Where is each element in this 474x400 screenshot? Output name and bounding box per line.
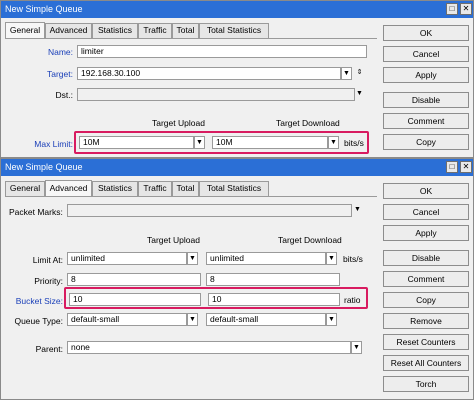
tab-general[interactable]: General xyxy=(5,181,45,196)
tab-total-statistics[interactable]: Total Statistics xyxy=(199,23,269,38)
dropdown-arrow-icon[interactable]: ▼ xyxy=(355,88,364,101)
maximize-icon[interactable]: □ xyxy=(446,3,458,15)
tab-traffic[interactable]: Traffic xyxy=(138,23,172,38)
remove-button[interactable]: Remove xyxy=(383,313,469,329)
col-header-download: Target Download xyxy=(278,235,342,245)
tab-advanced[interactable]: Advanced xyxy=(45,23,92,38)
dropdown-arrow-icon[interactable]: ▼ xyxy=(326,252,337,265)
tab-total[interactable]: Total xyxy=(172,23,199,38)
max-limit-unit: bits/s xyxy=(344,138,364,148)
target-label: Target: xyxy=(47,69,73,79)
up-down-arrow-icon[interactable]: ⇕ xyxy=(355,67,364,80)
dropdown-arrow-icon[interactable]: ▼ xyxy=(328,136,339,149)
name-label: Name: xyxy=(47,47,73,57)
limit-at-upload-field[interactable]: unlimited xyxy=(67,252,187,265)
bucket-size-upload-field[interactable]: 10 xyxy=(69,293,201,306)
comment-button[interactable]: Comment xyxy=(383,113,469,129)
dropdown-arrow-icon[interactable]: ▼ xyxy=(353,204,362,217)
parent-field[interactable]: none xyxy=(67,341,351,354)
max-limit-label: Max Limit: xyxy=(34,139,73,149)
priority-download-field[interactable]: 8 xyxy=(206,273,340,286)
queue-type-download-field[interactable]: default-small xyxy=(206,313,326,326)
packet-marks-label: Packet Marks: xyxy=(9,207,63,217)
tab-total[interactable]: Total xyxy=(172,181,199,196)
cancel-button[interactable]: Cancel xyxy=(383,204,469,220)
limit-at-label: Limit At: xyxy=(32,255,63,265)
col-header-download: Target Download xyxy=(276,118,340,128)
disable-button[interactable]: Disable xyxy=(383,250,469,266)
parent-label: Parent: xyxy=(35,344,63,354)
dropdown-arrow-icon[interactable]: ▼ xyxy=(187,252,198,265)
target-field[interactable]: 192.168.30.100 xyxy=(77,67,341,80)
bucket-size-unit: ratio xyxy=(344,295,361,305)
dropdown-arrow-icon[interactable]: ▼ xyxy=(194,136,205,149)
dropdown-arrow-icon[interactable]: ▼ xyxy=(326,313,337,326)
limit-at-unit: bits/s xyxy=(343,254,363,264)
ok-button[interactable]: OK xyxy=(383,25,469,41)
maximize-icon[interactable]: □ xyxy=(446,161,458,173)
name-field[interactable]: limiter xyxy=(77,45,367,58)
tab-divider xyxy=(5,196,377,197)
col-header-upload: Target Upload xyxy=(147,235,200,245)
limit-at-download-field[interactable]: unlimited xyxy=(206,252,326,265)
comment-button[interactable]: Comment xyxy=(383,271,469,287)
torch-button[interactable]: Torch xyxy=(383,376,469,392)
bucket-size-download-field[interactable]: 10 xyxy=(208,293,340,306)
window-titlebar[interactable]: New Simple Queue □ ✕ xyxy=(1,159,473,176)
max-limit-download-field[interactable]: 10M xyxy=(212,136,328,149)
queue-type-label: Queue Type: xyxy=(14,316,63,326)
simple-queue-window-general: New Simple Queue □ ✕ General Advanced St… xyxy=(0,0,474,158)
disable-button[interactable]: Disable xyxy=(383,92,469,108)
window-titlebar[interactable]: New Simple Queue □ ✕ xyxy=(1,1,473,18)
apply-button[interactable]: Apply xyxy=(383,67,469,83)
apply-button[interactable]: Apply xyxy=(383,225,469,241)
dropdown-arrow-icon[interactable]: ▼ xyxy=(187,313,198,326)
reset-all-counters-button[interactable]: Reset All Counters xyxy=(383,355,469,371)
tab-advanced[interactable]: Advanced xyxy=(45,180,92,196)
dropdown-arrow-icon[interactable]: ▼ xyxy=(341,67,352,80)
bucket-size-label: Bucket Size: xyxy=(15,296,63,306)
tab-divider xyxy=(5,38,377,39)
dropdown-arrow-icon[interactable]: ▼ xyxy=(351,341,362,354)
window-title: New Simple Queue xyxy=(5,162,83,172)
copy-button[interactable]: Copy xyxy=(383,292,469,308)
window-title: New Simple Queue xyxy=(5,4,83,14)
tab-general[interactable]: General xyxy=(5,22,45,38)
col-header-upload: Target Upload xyxy=(152,118,205,128)
max-limit-upload-field[interactable]: 10M xyxy=(79,136,194,149)
close-icon[interactable]: ✕ xyxy=(460,161,472,173)
close-icon[interactable]: ✕ xyxy=(460,3,472,15)
dst-field[interactable] xyxy=(77,88,355,101)
copy-button[interactable]: Copy xyxy=(383,134,469,150)
tab-traffic[interactable]: Traffic xyxy=(138,181,172,196)
ok-button[interactable]: OK xyxy=(383,183,469,199)
tab-statistics[interactable]: Statistics xyxy=(92,23,138,38)
simple-queue-window-advanced: New Simple Queue □ ✕ General Advanced St… xyxy=(0,158,474,400)
dst-label: Dst.: xyxy=(55,90,73,100)
cancel-button[interactable]: Cancel xyxy=(383,46,469,62)
tab-statistics[interactable]: Statistics xyxy=(92,181,138,196)
tab-total-statistics[interactable]: Total Statistics xyxy=(199,181,269,196)
reset-counters-button[interactable]: Reset Counters xyxy=(383,334,469,350)
packet-marks-field[interactable] xyxy=(67,204,352,217)
priority-upload-field[interactable]: 8 xyxy=(67,273,201,286)
queue-type-upload-field[interactable]: default-small xyxy=(67,313,187,326)
priority-label: Priority: xyxy=(34,276,63,286)
